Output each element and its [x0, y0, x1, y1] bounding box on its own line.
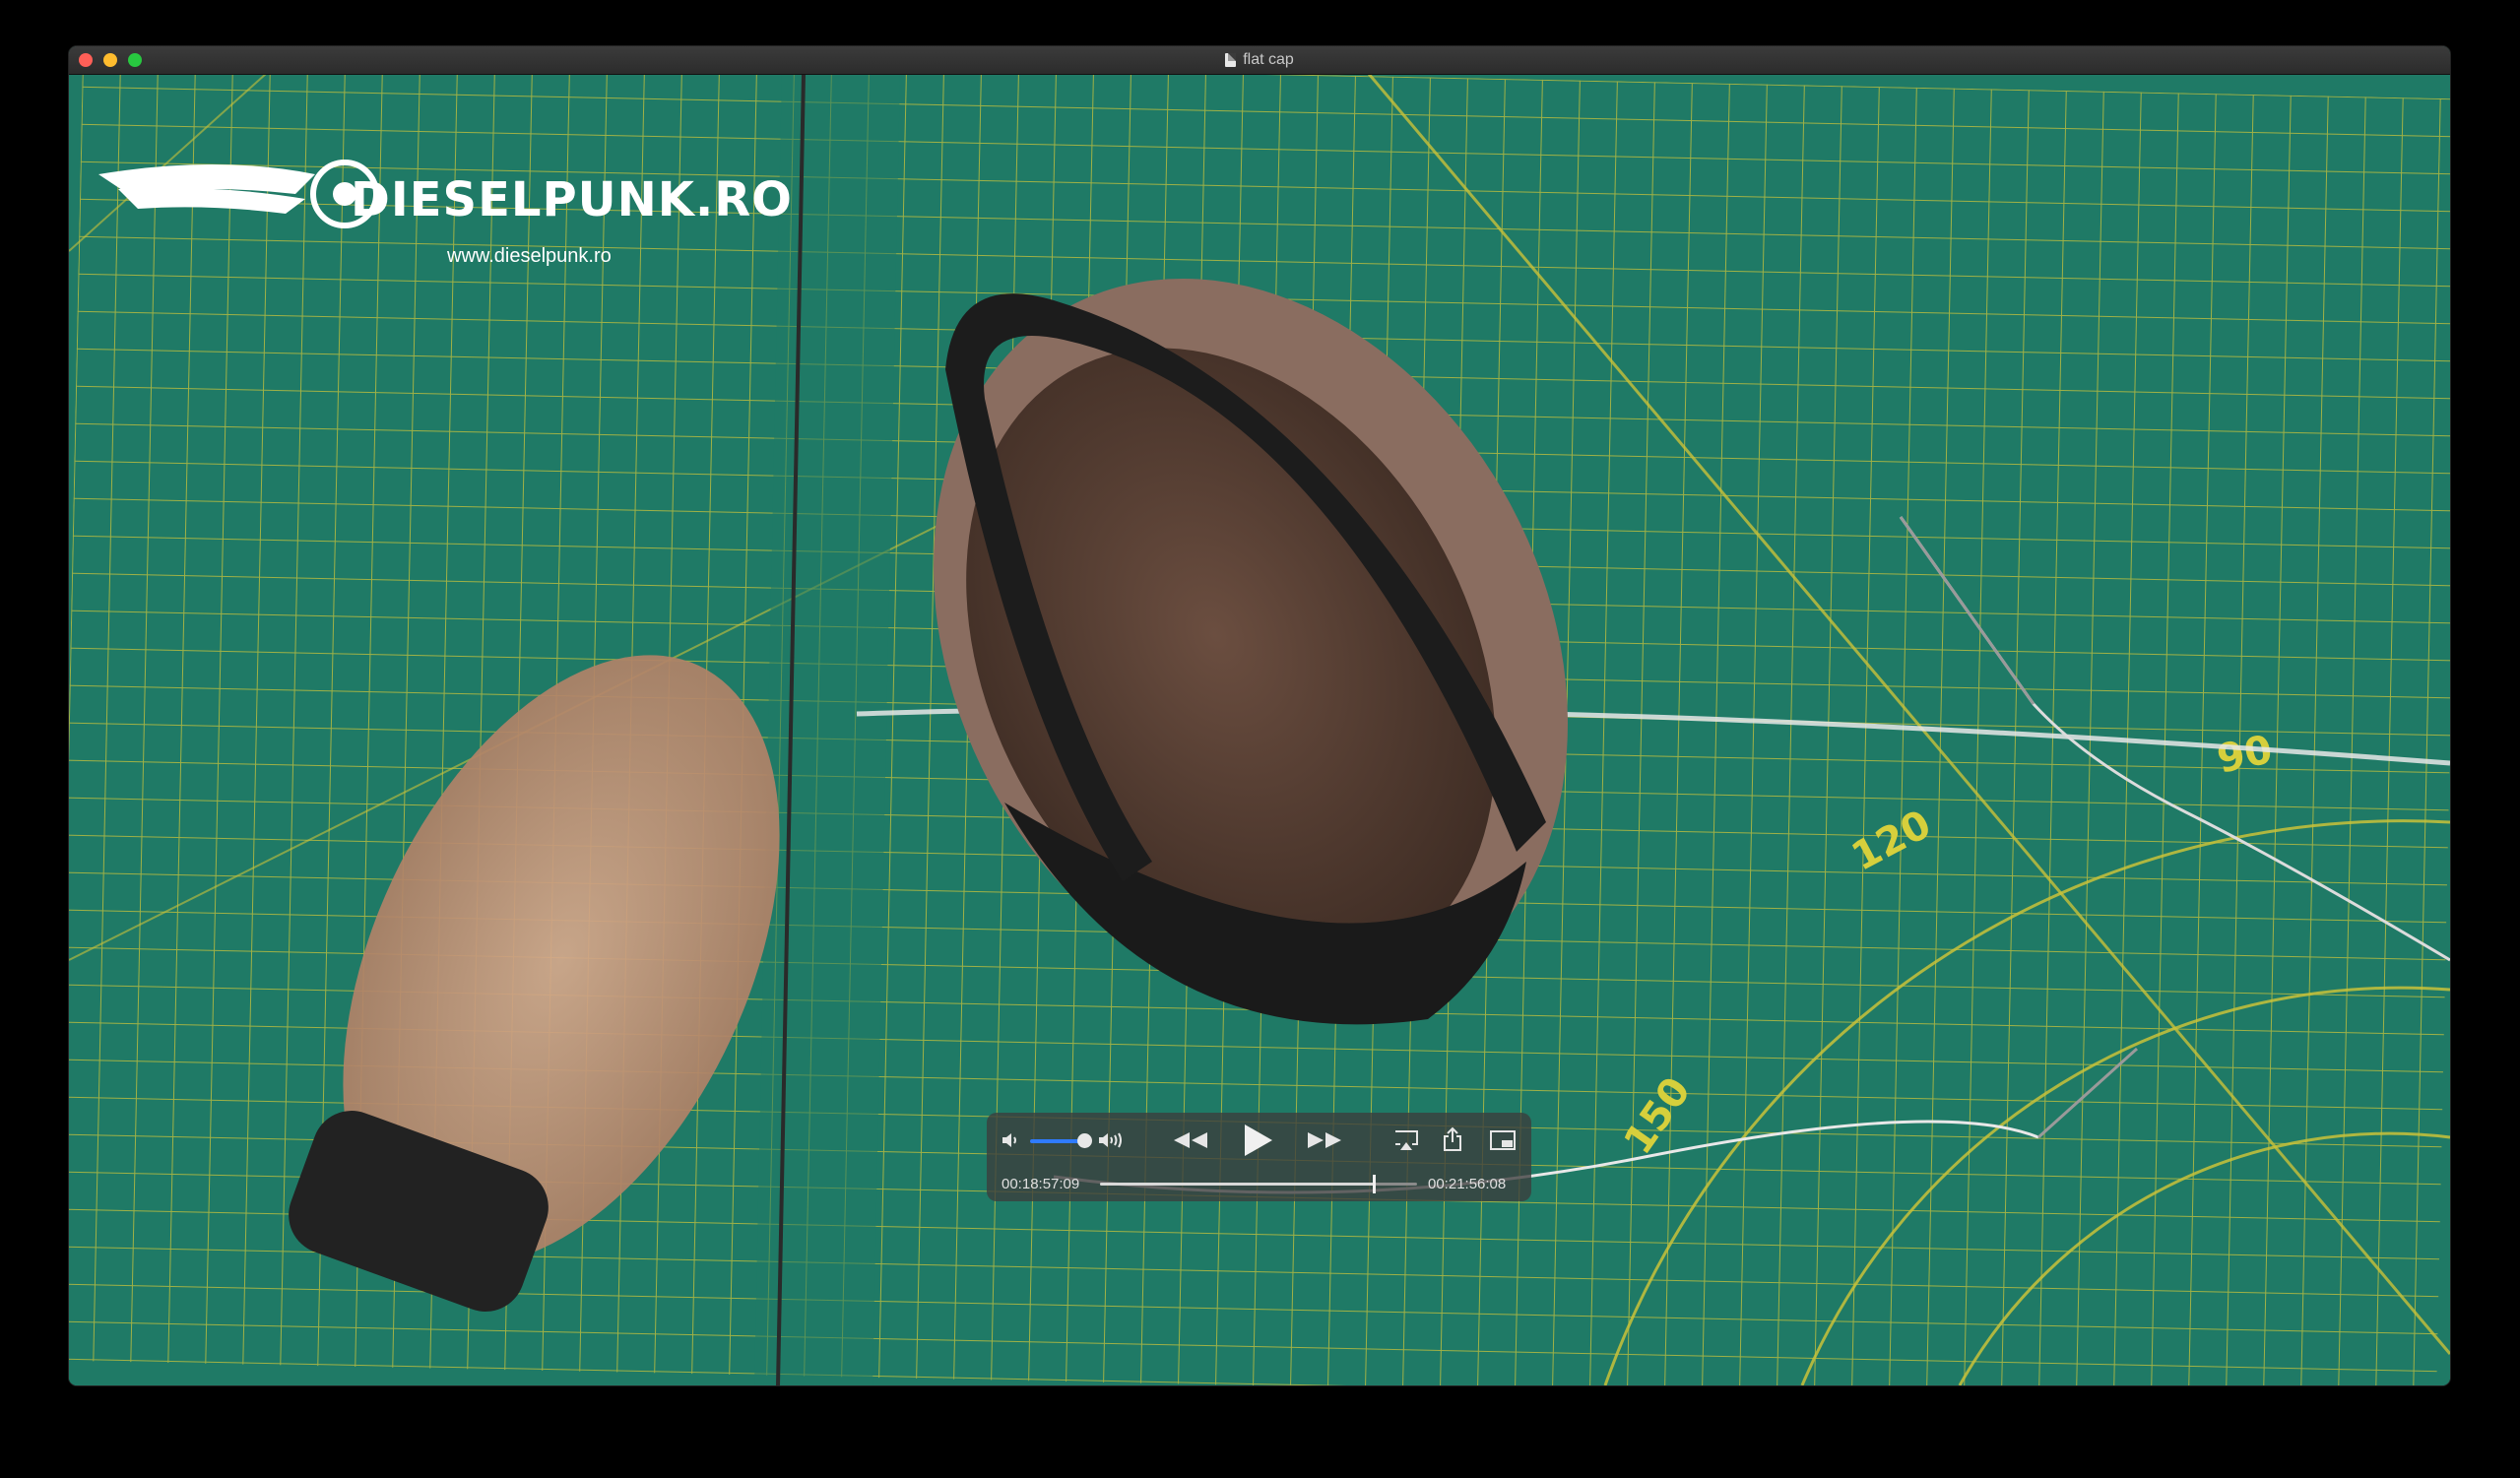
playhead[interactable] — [1373, 1175, 1377, 1193]
elapsed-time: 00:18:57:09 — [1002, 1176, 1080, 1192]
playback-controls[interactable]: 00:18:57:09 00:21:56:08 — [987, 1113, 1531, 1201]
rewind-icon[interactable] — [1172, 1128, 1209, 1152]
volume-knob[interactable] — [1077, 1133, 1092, 1148]
volume-low-icon[interactable] — [1001, 1129, 1022, 1151]
title-bar[interactable]: flat cap — [69, 46, 2450, 75]
video-window: flat cap 90 120 150 DIESELPUNK.RO www.di… — [69, 46, 2450, 1385]
picture-in-picture-icon[interactable] — [1489, 1128, 1517, 1152]
video-frame[interactable]: 90 120 150 DIESELPUNK.RO www.dieselpunk.… — [69, 74, 2450, 1385]
fast-forward-icon[interactable] — [1306, 1128, 1343, 1152]
share-icon[interactable] — [1442, 1126, 1463, 1152]
volume-high-icon[interactable] — [1097, 1128, 1129, 1152]
document-icon — [1225, 53, 1237, 67]
play-icon[interactable] — [1241, 1123, 1274, 1158]
logo-url: www.dieselpunk.ro — [447, 245, 612, 267]
scrubber-progress — [1100, 1183, 1375, 1186]
scrubber-track[interactable] — [1100, 1175, 1417, 1193]
airplay-icon[interactable] — [1392, 1128, 1420, 1152]
total-time: 00:21:56:08 — [1428, 1176, 1507, 1192]
window-title-area: flat cap — [69, 46, 2450, 74]
logo-text: DIESELPUNK.RO — [351, 172, 793, 227]
window-title: flat cap — [1243, 51, 1294, 68]
